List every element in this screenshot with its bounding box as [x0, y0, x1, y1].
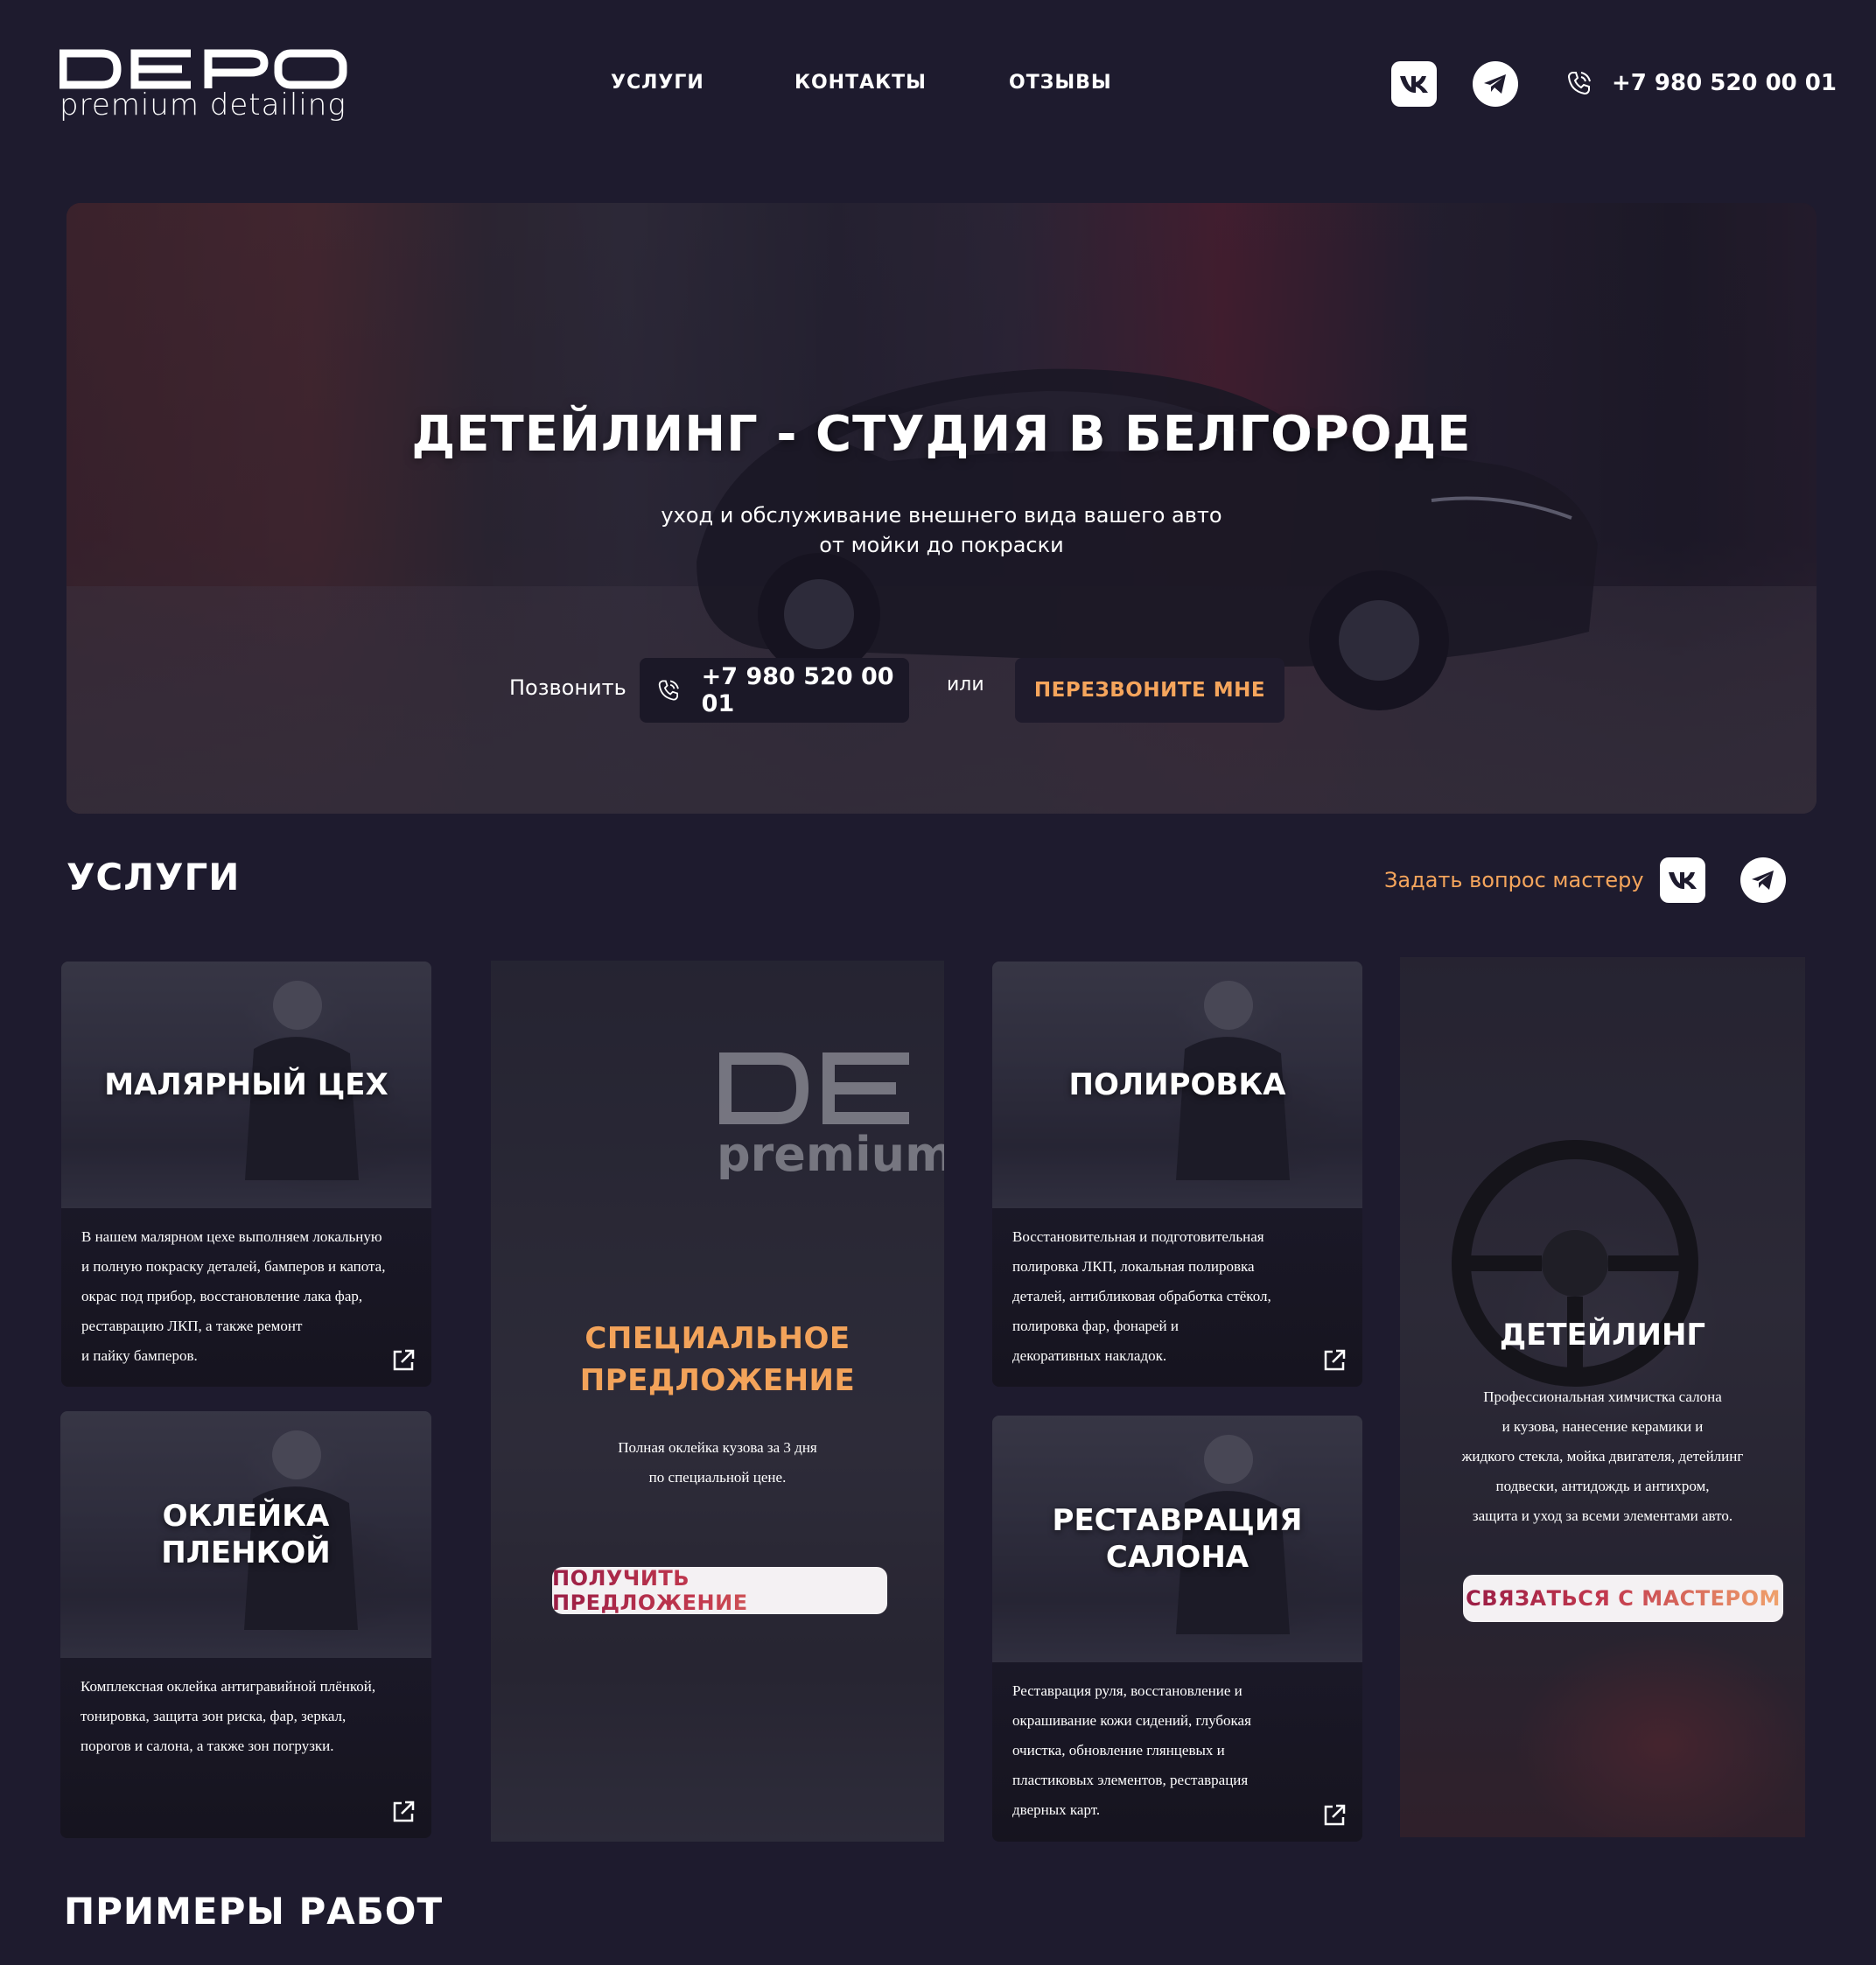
hero-subtitle-line-1: уход и обслуживание внешнего вида вашего… — [661, 503, 1222, 528]
hero-subtitle-line-2: от мойки до покраски — [819, 533, 1064, 557]
telegram-icon — [1752, 871, 1774, 890]
header-phone-number: +7 980 520 00 01 — [1612, 70, 1837, 96]
phone-icon — [658, 680, 679, 701]
desc-line: полировка ЛКП, локальная полировка — [1012, 1258, 1255, 1275]
desc-line: В нашем малярном цехе выполняем локальну… — [81, 1228, 382, 1245]
card-title-line-2: ПЛЕНКОЙ — [161, 1535, 331, 1570]
desc-line: декоративных накладок. — [1012, 1347, 1167, 1364]
external-link-icon[interactable] — [391, 1800, 416, 1824]
service-card-polishing[interactable]: ПОЛИРОВКА Восстановительная и подготовит… — [992, 962, 1362, 1387]
desc-line: и полную покраску деталей, бамперов и ка… — [81, 1258, 386, 1275]
card-title-line-1: ОКЛЕЙКА — [162, 1499, 330, 1534]
examples-title: ПРИМЕРЫ РАБОТ — [64, 1890, 444, 1933]
special-title-line-2: ПРЕДЛОЖЕНИЕ — [579, 1363, 856, 1398]
steering-wheel-illustration — [1452, 1140, 1698, 1387]
services-vk-button[interactable] — [1660, 857, 1705, 903]
studio-logo-watermark: premium — [717, 1052, 944, 1179]
call-label: Позвонить — [509, 675, 626, 700]
vk-icon — [1400, 76, 1428, 93]
card-title: ПОЛИРОВКА — [1068, 1067, 1286, 1102]
contact-master-button[interactable]: СВЯЗАТЬСЯ С МАСТЕРОМ — [1463, 1575, 1783, 1622]
card-title-line-2: САЛОНА — [1105, 1540, 1250, 1575]
service-card-detailing[interactable]: ДЕТЕЙЛИНГ Профессиональная химчистка сал… — [1400, 957, 1805, 1837]
desc-line: Комплексная оклейка антигравийной плёнко… — [80, 1678, 376, 1695]
desc-line: Реставрация руля, восстановление и — [1012, 1682, 1242, 1699]
logo[interactable]: premium detailing — [60, 49, 348, 122]
card-title: МАЛЯРНЫЙ ЦЕХ — [104, 1067, 388, 1102]
or-label: или — [947, 674, 984, 696]
desc-line: пластиковых элементов, реставрация — [1012, 1772, 1249, 1788]
special-offer-title: СПЕЦИАЛЬНОЕ ПРЕДЛОЖЕНИЕ — [491, 1318, 944, 1402]
hero-phone-button[interactable]: +7 980 520 00 01 — [640, 658, 909, 723]
get-offer-label: ПОЛУЧИТЬ ПРЕДЛОЖЕНИЕ — [552, 1566, 887, 1615]
card-description: Комплексная оклейка антигравийной плёнко… — [80, 1672, 423, 1761]
special-offer-card: premium СПЕЦИАЛЬНОЕ ПРЕДЛОЖЕНИЕ Полная о… — [491, 961, 944, 1842]
card-description: Реставрация руля, восстановление и окраш… — [1012, 1676, 1354, 1825]
service-card-interior-restoration[interactable]: РЕСТАВРАЦИЯ САЛОНА Реставрация руля, вос… — [992, 1416, 1362, 1842]
card-title: РЕСТАВРАЦИЯ САЛОНА — [992, 1416, 1362, 1662]
card-title-line-1: РЕСТАВРАЦИЯ — [1052, 1503, 1303, 1538]
desc-line: подвески, антидождь и антихром, — [1495, 1478, 1710, 1494]
desc-line: дверных карт. — [1012, 1801, 1101, 1818]
get-offer-button[interactable]: ПОЛУЧИТЬ ПРЕДЛОЖЕНИЕ — [552, 1566, 887, 1615]
desc-line: защита и уход за всеми элементами авто. — [1472, 1507, 1733, 1524]
logo-subtitle: premium detailing — [60, 87, 346, 122]
desc-line: очистка, обновление глянцевых и — [1012, 1742, 1225, 1759]
desc-line: Восстановительная и подготовительная — [1012, 1228, 1264, 1245]
special-offer-text: Полная оклейка кузова за 3 дня по специа… — [491, 1433, 944, 1493]
telegram-button[interactable] — [1473, 61, 1518, 107]
special-title-line-1: СПЕЦИАЛЬНОЕ — [584, 1321, 850, 1356]
hero-subtitle: уход и обслуживание внешнего вида вашего… — [66, 500, 1816, 560]
contact-master-label: СВЯЗАТЬСЯ С МАСТЕРОМ — [1466, 1586, 1781, 1611]
special-text-line-2: по специальной цене. — [648, 1469, 787, 1486]
desc-line: полировка фар, фонарей и — [1012, 1318, 1179, 1334]
desc-line: и кузова, нанесение керамики и — [1502, 1418, 1704, 1435]
phone-icon — [1567, 72, 1591, 95]
ask-master-link[interactable]: Задать вопрос мастеру — [1384, 868, 1644, 892]
card-description: Восстановительная и подготовительная пол… — [1012, 1222, 1354, 1371]
callback-button[interactable]: ПЕРЕЗВОНИТЕ МНЕ — [1015, 658, 1284, 723]
desc-line: окрашивание кожи сидений, глубокая — [1012, 1712, 1251, 1729]
desc-line: деталей, антибликовая обработка стёкол, — [1012, 1288, 1271, 1304]
services-telegram-button[interactable] — [1740, 857, 1786, 903]
desc-line: тонировка, защита зон риска, фар, зеркал… — [80, 1708, 346, 1724]
header-phone[interactable]: +7 980 520 00 01 — [1566, 70, 1837, 96]
card-title: ОКЛЕЙКА ПЛЕНКОЙ — [60, 1411, 431, 1658]
desc-line: реставрацию ЛКП, а также ремонт — [81, 1318, 303, 1334]
desc-line: жидкого стекла, мойка двигателя, детейли… — [1461, 1448, 1744, 1465]
desc-line: Профессиональная химчистка салона — [1483, 1388, 1722, 1405]
service-card-film-wrap[interactable]: ОКЛЕЙКА ПЛЕНКОЙ Комплексная оклейка анти… — [60, 1411, 431, 1838]
detailing-title: ДЕТЕЙЛИНГ — [1499, 1318, 1706, 1353]
external-link-icon[interactable] — [1322, 1348, 1347, 1373]
svg-text:premium: premium — [717, 1127, 944, 1179]
desc-line: и пайку бамперов. — [81, 1347, 198, 1364]
vk-button[interactable] — [1391, 61, 1437, 107]
services-title: УСЛУГИ — [66, 856, 241, 899]
special-text-line-1: Полная оклейка кузова за 3 дня — [618, 1439, 817, 1456]
external-link-icon[interactable] — [1322, 1803, 1347, 1828]
hero-phone-number: +7 980 520 00 01 — [701, 663, 894, 717]
nav-services[interactable]: УСЛУГИ — [611, 72, 704, 94]
site-header: premium detailing УСЛУГИ КОНТАКТЫ ОТЗЫВЫ… — [0, 0, 1876, 175]
logo-mark — [60, 49, 347, 89]
external-link-icon[interactable] — [391, 1348, 416, 1373]
telegram-icon — [1484, 74, 1506, 94]
detailing-description: Профессиональная химчистка салона и кузо… — [1400, 1382, 1805, 1531]
hero-banner: ДЕТЕЙЛИНГ - СТУДИЯ В БЕЛГОРОДЕ уход и об… — [66, 203, 1816, 814]
nav-contacts[interactable]: КОНТАКТЫ — [794, 72, 927, 94]
desc-line: порогов и салона, а также зон погрузки. — [80, 1738, 334, 1754]
service-card-painting[interactable]: МАЛЯРНЫЙ ЦЕХ В нашем малярном цехе выпол… — [61, 962, 431, 1387]
nav-reviews[interactable]: ОТЗЫВЫ — [1009, 72, 1112, 94]
vk-icon — [1669, 872, 1697, 889]
card-description: В нашем малярном цехе выполняем локальну… — [81, 1222, 423, 1371]
desc-line: окрас под прибор, восстановление лака фа… — [81, 1288, 363, 1304]
hero-title: ДЕТЕЙЛИНГ - СТУДИЯ В БЕЛГОРОДЕ — [411, 406, 1472, 463]
